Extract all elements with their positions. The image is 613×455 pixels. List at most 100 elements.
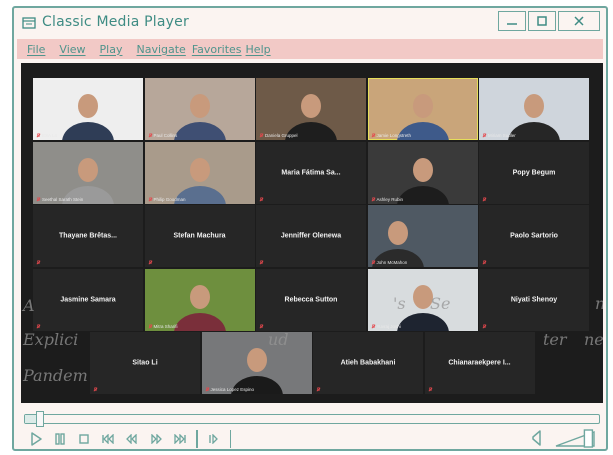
- frame-step-button[interactable]: [204, 431, 224, 447]
- volume-handle[interactable]: [583, 429, 594, 448]
- participant-tile[interactable]: Jessica Lopez Espino: [201, 332, 312, 394]
- minimize-button[interactable]: [498, 11, 526, 31]
- participant-tile[interactable]: Mitra Sharifi: [144, 268, 255, 331]
- menu-view[interactable]: View: [59, 43, 85, 56]
- participant-tile[interactable]: Philip Goodman: [144, 141, 255, 204]
- caption-fragment: Se: [430, 294, 451, 313]
- caption-fragment: n: [595, 294, 603, 313]
- volume-slider[interactable]: [554, 428, 602, 448]
- menu-favorites[interactable]: Favorites: [192, 43, 242, 56]
- participant-video: [62, 157, 114, 204]
- participant-tile[interactable]: Jamie Longstreth: [367, 78, 478, 140]
- close-button[interactable]: [558, 11, 600, 31]
- participant-tile[interactable]: ESA Lit: [33, 78, 143, 140]
- frame-step-icon: [208, 434, 218, 444]
- participant-tile[interactable]: Chianaraekpere I...: [424, 332, 535, 394]
- participant-tile[interactable]: Stefan Machura: [144, 205, 255, 267]
- muted-mic-icon: [205, 387, 209, 392]
- skip-to-end-icon: [174, 434, 186, 444]
- participant-tile[interactable]: Daniela Gruppel: [256, 78, 366, 140]
- participant-tile[interactable]: Maria Fátima Sa...: [256, 141, 366, 204]
- participant-tile[interactable]: Paolo Sartorio: [479, 205, 589, 267]
- muted-mic-icon: [259, 260, 264, 265]
- participant-label: Miriam Sudler: [482, 133, 516, 138]
- participant-tile[interactable]: Paul Collins: [144, 78, 255, 140]
- participant-tile[interactable]: Seethal Sarath Stein: [33, 141, 143, 204]
- control-divider: [229, 430, 231, 448]
- participant-tile[interactable]: Ashley Rubin: [367, 141, 478, 204]
- seek-bar[interactable]: [24, 411, 600, 427]
- participant-name: Stefan Machura: [173, 232, 226, 240]
- stop-icon: [79, 434, 89, 444]
- stop-button[interactable]: [74, 431, 94, 447]
- skip-to-start-button[interactable]: [98, 431, 118, 447]
- menu-navigate[interactable]: Navigate: [136, 43, 185, 56]
- participant-label: [259, 260, 265, 265]
- participant-label: [36, 324, 42, 329]
- caption-fragment: 's: [393, 294, 406, 313]
- participant-label: Ashley Rubin: [371, 197, 403, 202]
- rewind-button[interactable]: [122, 431, 142, 447]
- participant-tile[interactable]: Miriam Sudler: [479, 78, 589, 140]
- muted-mic-icon: [316, 387, 321, 392]
- close-icon: [574, 16, 584, 26]
- participant-video: [62, 94, 114, 140]
- participant-name: Popy Begum: [512, 169, 556, 176]
- menu-help[interactable]: Help: [246, 43, 271, 56]
- muted-mic-icon: [482, 197, 487, 201]
- participant-tile[interactable]: Rebecca Sutton: [256, 268, 366, 331]
- muted-mic-icon: [371, 260, 375, 265]
- muted-mic-icon: [36, 133, 41, 138]
- participant-tile[interactable]: Jenniffer Olenewa: [256, 205, 366, 267]
- participant-tile[interactable]: Jasmine Samara: [33, 268, 143, 331]
- participant-label: Yuvraj Joshi: [371, 324, 401, 329]
- muted-mic-icon: [482, 260, 487, 265]
- menu-file[interactable]: File: [27, 43, 45, 56]
- muted-mic-icon: [259, 197, 264, 201]
- participant-video: [396, 157, 449, 204]
- seek-handle[interactable]: [36, 411, 45, 427]
- pause-button[interactable]: [50, 431, 70, 447]
- playback-controls: [14, 406, 610, 451]
- caption-fragment: ne: [584, 330, 603, 349]
- skip-to-end-button[interactable]: [170, 431, 190, 447]
- participant-label: Seethal Sarath Stein: [36, 197, 83, 202]
- control-divider: [196, 430, 198, 448]
- participant-name: Sitao Li: [132, 359, 158, 367]
- participant-label: [482, 324, 488, 329]
- participant-tile[interactable]: Popy Begum: [479, 141, 589, 204]
- participant-tile[interactable]: John McMahon: [367, 205, 478, 267]
- participant-label: [148, 260, 154, 265]
- muted-mic-icon: [259, 133, 264, 138]
- fast-forward-button[interactable]: [146, 431, 166, 447]
- participant-tile[interactable]: Sitao Li: [90, 332, 200, 394]
- muted-mic-icon: [148, 197, 152, 201]
- muted-mic-icon: [36, 260, 41, 265]
- speaker-icon[interactable]: [528, 429, 544, 447]
- participant-label: [482, 197, 488, 202]
- muted-mic-icon: [371, 197, 375, 201]
- participant-label: [259, 197, 265, 202]
- participant-name: Chianaraekpere I...: [448, 359, 511, 367]
- participant-label: ESA Lit: [36, 133, 57, 138]
- muted-mic-icon: [428, 387, 432, 392]
- muted-mic-icon: [148, 260, 152, 265]
- fast-forward-icon: [151, 434, 162, 444]
- participant-tile[interactable]: Yuvraj Joshi: [367, 268, 478, 331]
- participant-label-text: Daniela Gruppel: [265, 133, 298, 138]
- participant-label-text: Paul Collins: [153, 133, 178, 138]
- menu-play[interactable]: Play: [100, 43, 123, 56]
- participant-tile[interactable]: Thayane Brêtas...: [33, 205, 143, 267]
- participant-tile[interactable]: Atieh Babakhani: [313, 332, 423, 394]
- participant-label-text: Philip Goodman: [153, 196, 186, 202]
- participant-label: Mitra Sharifi: [148, 324, 178, 329]
- participant-label: Daniela Gruppel: [259, 133, 298, 138]
- participant-tile[interactable]: Niyati Shenoy: [479, 268, 589, 331]
- title-bar: Classic Media Player: [14, 8, 606, 38]
- video-display[interactable]: ESA Lit Paul Collins Daniela Gruppel Jamie …: [21, 63, 603, 403]
- caption-fragment: Explici: [23, 330, 79, 349]
- maximize-button[interactable]: [528, 11, 556, 31]
- play-button[interactable]: [26, 431, 46, 447]
- pause-icon: [55, 433, 65, 445]
- participant-label-text: John McMahon: [376, 260, 408, 265]
